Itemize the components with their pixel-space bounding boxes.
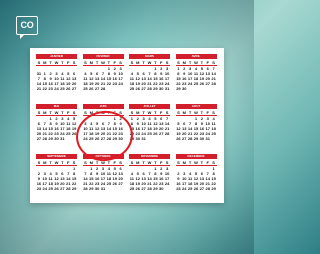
day-number: [211, 86, 217, 91]
month-title: SEPTEMBRE: [36, 154, 77, 159]
day-number: [211, 136, 217, 141]
day-grid: S M T W T F S 1 2 3 4 5 6 7 8 9 10 11 12 13 14 15 16 17 18 19 20 21…: [175, 60, 217, 91]
month-title: AOUT: [175, 104, 217, 109]
day-number: 27: [71, 86, 77, 91]
month-block: FEVRIER S M T W T F S 1 2 3 4 5 6 7 8 9 10 11 12 13 14 15 16 17 1…: [82, 54, 124, 99]
day-number: 29: [211, 186, 216, 191]
day-grid: S M T W T F S 1 2 3 4 5 6 7 8 9 10 11 12 13 14 15 16 17 18 19 20 21…: [129, 60, 170, 91]
month-title: NOVEMBRE: [129, 154, 170, 159]
month-block: JANVIER S M T W T F S 31 1 2 3 4 5 6 7 8 9 10 11 12 13 14 15 16 1…: [36, 54, 77, 99]
day-number: [164, 136, 170, 141]
month-block: AOUT S M T W T F S 1 2 3 4 5 6 7 8 9 10 11 12 13 14 15 16 17 18 19…: [175, 104, 217, 149]
month-block: AVRIL S M T W T F S 1 2 3 4 5 6 7 8 9 10 11 12 13 14 15 16 17 18 1…: [175, 54, 217, 99]
day-number: [118, 186, 124, 191]
day-grid: S M T W T F S 1 2 3 4 5 6 7 8 9 10 11 12 13 14 15 16 17 18 19 20 21…: [175, 110, 217, 141]
day-number: [164, 186, 170, 191]
month-title: JUIN: [82, 104, 124, 109]
month-title: MAI: [36, 104, 77, 109]
day-number: [118, 86, 124, 91]
month-title: MARS: [129, 54, 170, 59]
month-block: NOVEMBRE S M T W T F S 1 2 3 4 5 6 7 8 9 10 11 12 13 14 15 16 17…: [129, 154, 170, 199]
month-block: SEPTEMBRE S M T W T F S 1 2 3 4 5 6 7 8 9 10 11 12 13 14 15 16 1…: [36, 154, 77, 199]
day-grid: S M T W T F S 31 1 2 3 4 5 6 7 8 9 10 11 12 13 14 15 16 17 18 19 20…: [36, 60, 77, 91]
day-number: 29: [71, 186, 77, 191]
day-grid: S M T W T F S 1 2 3 4 5 6 7 8 9 10 11 12 13 14 15 16 17 18 19 20 21…: [36, 160, 77, 191]
month-block: JUILLET S M T W T F S 1 2 3 4 5 6 7 8 9 10 11 12 13 14 15 16 17 1…: [129, 104, 170, 149]
month-block: MAI S M T W T F S 1 2 3 4 5 6 7 8 9 10 11 12 13 14 15 16 17 18 19 2…: [36, 104, 77, 149]
day-grid: S M T W T F S 1 2 3 4 5 6 7 8 9 10 11 12 13 14 15 16 17 18 19 20 21…: [82, 60, 124, 91]
month-block: DECEMBRE S M T W T F S 1 2 3 4 5 6 7 8 9 10 11 12 13 14 15 16 17…: [175, 154, 217, 199]
month-title: JANVIER: [36, 54, 77, 59]
day-grid: S M T W T F S 1 2 3 4 5 6 7 8 9 10 11 12 13 14 15 16 17 18 19 20 21…: [82, 160, 124, 191]
month-title: FEVRIER: [82, 54, 124, 59]
month-block: MARS S M T W T F S 1 2 3 4 5 6 7 8 9 10 11 12 13 14 15 16 17 18 19…: [129, 54, 170, 99]
day-grid: S M T W T F S 1 2 3 4 5 6 7 8 9 10 11 12 13 14 15 16 17 18 19 20 21…: [129, 160, 170, 191]
month-title: DECEMBRE: [175, 154, 217, 159]
day-grid: S M T W T F S 1 2 3 4 5 6 7 8 9 10 11 12 13 14 15 16 17 18 19 20 21…: [175, 160, 217, 191]
month-title: AVRIL: [175, 54, 217, 59]
day-number: 31: [164, 86, 170, 91]
logo-badge: CO: [16, 16, 38, 39]
month-title: JUILLET: [129, 104, 170, 109]
day-grid: S M T W T F S 1 2 3 4 5 6 7 8 9 10 11 12 13 14 15 16 17 18 19 20 21…: [129, 110, 170, 141]
day-grid: S M T W T F S 1 2 3 4 5 6 7 8 9 10 11 12 13 14 15 16 17 18 19 20 21…: [36, 110, 77, 141]
